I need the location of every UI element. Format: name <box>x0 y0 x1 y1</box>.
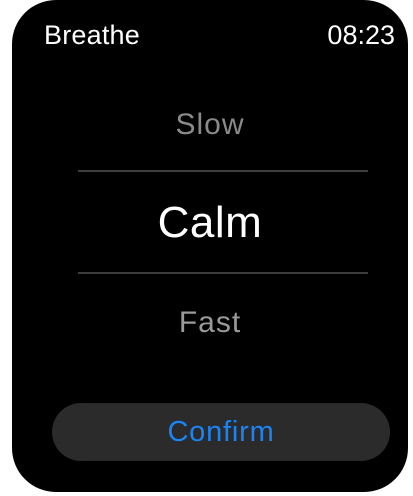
watch-screen: Breathe 08:23 Slow Calm Fast Confirm <box>12 0 408 492</box>
picker-divider-bottom <box>78 272 368 274</box>
app-title: Breathe <box>44 20 140 50</box>
picker-option-calm-selected[interactable]: Calm <box>12 198 408 248</box>
picker-option-slow[interactable]: Slow <box>12 108 408 142</box>
pace-picker[interactable]: Slow Calm Fast <box>12 100 408 380</box>
status-bar: Breathe 08:23 <box>12 14 408 54</box>
confirm-button[interactable]: Confirm <box>52 403 390 461</box>
clock: 08:23 <box>327 20 395 50</box>
picker-divider-top <box>78 170 368 172</box>
picker-option-fast[interactable]: Fast <box>12 306 408 340</box>
